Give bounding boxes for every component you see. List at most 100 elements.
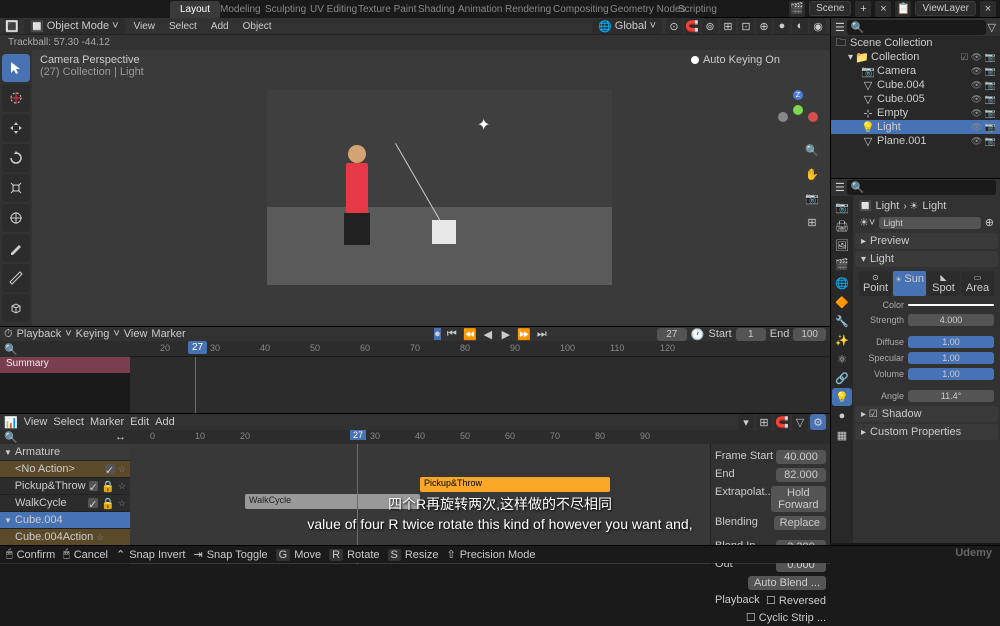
props-tab-particles[interactable]: ✨ <box>832 331 852 349</box>
orientation-dropdown[interactable]: 🌐 Global ˅ <box>592 19 662 34</box>
keyframe-prev-icon[interactable]: ⏪ <box>463 327 477 341</box>
play-icon[interactable]: ▶ <box>499 327 513 341</box>
volume-field[interactable]: 1.00 <box>908 368 994 380</box>
props-editor-icon[interactable]: ☰ <box>835 181 845 194</box>
playhead-frame[interactable]: 27 <box>188 341 207 354</box>
viewport-menu-view[interactable]: View <box>129 21 161 32</box>
menu-render[interactable]: Render <box>93 1 145 17</box>
tab-scripting[interactable]: Scripting <box>668 1 727 18</box>
tool-move[interactable] <box>2 114 30 142</box>
viewport-menu-object[interactable]: Object <box>238 21 277 32</box>
props-tab-material[interactable]: ● <box>832 407 852 425</box>
menu-edit[interactable]: Edit <box>58 1 93 17</box>
props-tab-scene[interactable]: 🎬 <box>832 255 852 273</box>
overlay-icon[interactable]: ⊞ <box>720 18 736 34</box>
frame-end-field[interactable]: 82.000 <box>776 468 826 482</box>
end-frame-field[interactable]: 100 <box>793 328 826 341</box>
xray-icon[interactable]: ⊡ <box>738 18 754 34</box>
tool-transform[interactable] <box>2 204 30 232</box>
timeline-keying[interactable]: Keying <box>76 328 110 340</box>
nav-pan-icon[interactable]: ✋ <box>802 164 822 184</box>
section-light[interactable]: ▾ Light <box>855 251 998 267</box>
nla-select[interactable]: Select <box>53 416 84 428</box>
nla-row-cube004action[interactable]: Cube.004Action☆ <box>0 529 130 546</box>
section-preview[interactable]: ▸ Preview <box>855 233 998 249</box>
timeline-playhead[interactable] <box>195 357 196 413</box>
props-tab-viewlayer[interactable]: 🖼 <box>832 236 852 254</box>
shading-solid-icon[interactable]: ● <box>774 18 790 34</box>
play-reverse-icon[interactable]: ◀ <box>481 327 495 341</box>
outliner-light[interactable]: 💡Light 👁 📷 <box>831 120 1000 134</box>
pivot-icon[interactable]: ⊙ <box>666 18 682 34</box>
nla-strip-pickup[interactable]: Pickup&Throw <box>420 477 610 492</box>
light-type-area[interactable]: ▭ Area <box>961 271 994 296</box>
object-mode-dropdown[interactable]: 🔲 Object Mode ˅ <box>24 19 125 34</box>
outliner-cube005[interactable]: ▽Cube.005 👁 📷 <box>831 92 1000 106</box>
angle-field[interactable]: 11.4° <box>908 390 994 402</box>
viewport-menu-select[interactable]: Select <box>164 21 202 32</box>
nla-view[interactable]: View <box>24 416 48 428</box>
light-datablock[interactable]: Light <box>879 217 980 229</box>
blending-dropdown[interactable]: Replace <box>774 516 826 530</box>
nla-row-noaction[interactable]: <No Action>✓☆ <box>0 461 130 478</box>
cyclic-check[interactable]: ☐ Cyclic Strip ... <box>746 611 826 624</box>
outliner-camera[interactable]: 📷Camera 👁 📷 <box>831 64 1000 78</box>
nav-gizmo[interactable]: Z <box>778 90 818 130</box>
light-type-spot[interactable]: ◣ Spot <box>927 271 960 296</box>
autokey-toggle[interactable]: ● <box>434 328 441 340</box>
timeline-search-icon[interactable]: 🔍 <box>4 343 18 356</box>
nav-perspective-icon[interactable]: ⊞ <box>802 212 822 232</box>
tool-select[interactable] <box>2 54 30 82</box>
nla-editor-icon[interactable]: 📊 <box>4 416 18 429</box>
specular-field[interactable]: 1.00 <box>908 352 994 364</box>
nla-icon-3[interactable]: 🧲 <box>774 414 790 430</box>
outliner-scene-collection[interactable]: 🗀Scene Collection <box>831 36 1000 50</box>
nla-current-frame[interactable]: 27 <box>350 430 366 440</box>
color-field[interactable] <box>908 304 994 306</box>
props-tab-constraints[interactable]: 🔗 <box>832 369 852 387</box>
nla-row-pickup[interactable]: Pickup&Throw✓🔒☆ <box>0 478 130 495</box>
viewport-menu-add[interactable]: Add <box>206 21 234 32</box>
frame-start-field[interactable]: 40.000 <box>776 450 826 464</box>
tool-add-cube[interactable] <box>2 294 30 322</box>
outliner-search[interactable]: 🔍 <box>847 20 986 35</box>
outliner-cube004[interactable]: ▽Cube.004 👁 📷 <box>831 78 1000 92</box>
current-frame-field[interactable]: 27 <box>657 328 687 341</box>
light-type-sun[interactable]: ☀ Sun <box>893 271 926 296</box>
jump-end-icon[interactable]: ⏭ <box>535 327 549 341</box>
viewlayer-icon[interactable]: 📋 <box>895 1 911 17</box>
nla-collapse-icon[interactable]: ↔ <box>115 431 126 443</box>
editor-type-icon[interactable]: 🔳 <box>4 18 20 34</box>
outliner-filter-icon[interactable]: ▽ <box>988 21 996 34</box>
props-tab-render[interactable]: 📷 <box>832 198 852 216</box>
keyframe-next-icon[interactable]: ⏩ <box>517 327 531 341</box>
tool-cursor[interactable] <box>2 84 30 112</box>
reversed-check[interactable]: ☐ Reversed <box>766 594 826 607</box>
outliner-plane[interactable]: ▽Plane.001 👁 📷 <box>831 134 1000 148</box>
nla-row-walk[interactable]: WalkCycle✓🔒☆ <box>0 495 130 512</box>
auto-blend-check[interactable]: Auto Blend ... <box>748 576 826 590</box>
nav-camera-icon[interactable]: 📷 <box>802 188 822 208</box>
start-frame-field[interactable]: 1 <box>736 328 766 341</box>
diffuse-field[interactable]: 1.00 <box>908 336 994 348</box>
tool-rotate[interactable] <box>2 144 30 172</box>
timeline-editor-icon[interactable]: ⏱ <box>4 328 13 341</box>
timeline-view[interactable]: View <box>124 328 148 340</box>
nla-edit[interactable]: Edit <box>130 416 149 428</box>
light-type-point[interactable]: ⊙ Point <box>859 271 892 296</box>
nla-icon-1[interactable]: ▾ <box>738 414 754 430</box>
props-tab-physics[interactable]: ⚛ <box>832 350 852 368</box>
viewlayer-delete-icon[interactable]: × <box>980 1 996 17</box>
nla-add[interactable]: Add <box>155 416 175 428</box>
summary-row[interactable]: Summary <box>0 357 130 373</box>
props-tab-output[interactable]: 🖨 <box>832 217 852 235</box>
timeline-marker[interactable]: Marker <box>151 328 185 340</box>
nla-icon-2[interactable]: ⊞ <box>756 414 772 430</box>
outliner-editor-icon[interactable]: ☰ <box>835 21 845 34</box>
menu-file[interactable]: File <box>24 1 58 17</box>
jump-start-icon[interactable]: ⏮ <box>445 327 459 341</box>
props-tab-texture[interactable]: ▦ <box>832 426 852 444</box>
shading-wire-icon[interactable]: ⊕ <box>756 18 772 34</box>
nla-search-icon[interactable]: 🔍 <box>4 431 18 444</box>
strength-field[interactable]: 4.000 <box>908 314 994 326</box>
